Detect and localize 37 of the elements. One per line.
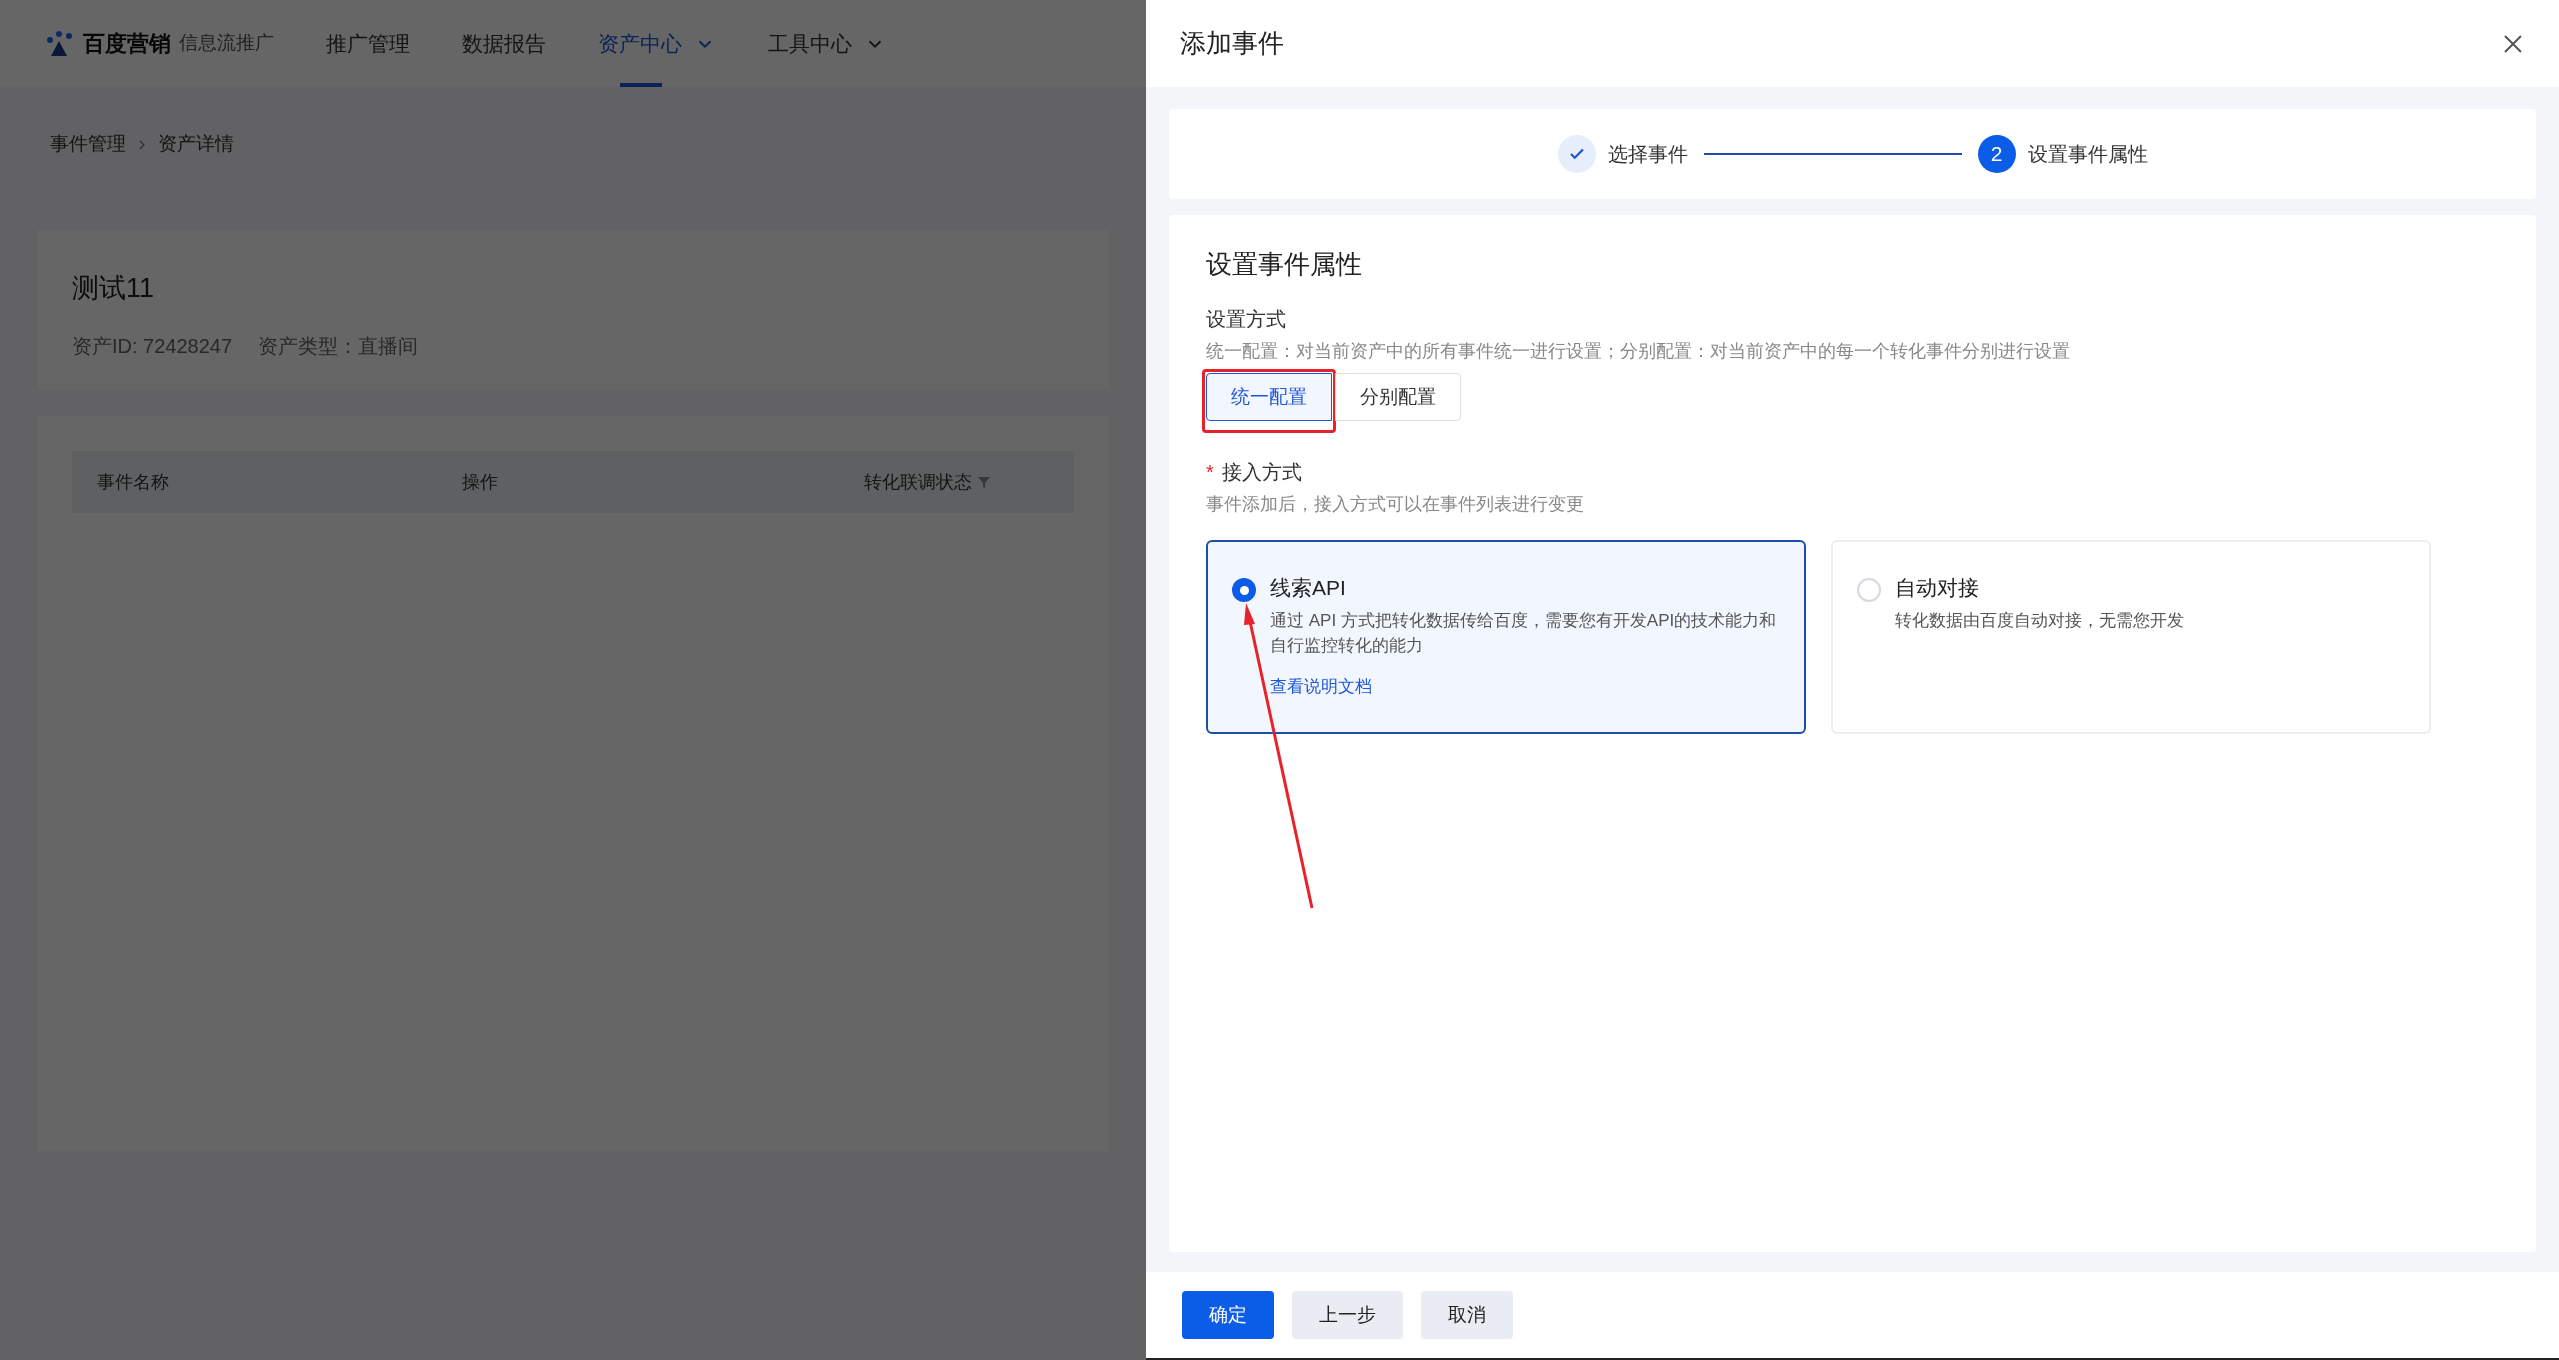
- option-description: 通过 API 方式把转化数据传给百度，需要您有开发API的技术能力和自行监控转化的能力: [1270, 609, 1778, 657]
- column-header: 事件名称: [97, 470, 169, 494]
- nav-tab[interactable]: 数据报告: [462, 0, 546, 87]
- logo-icon: [45, 28, 75, 59]
- segment-button[interactable]: 分别配置: [1335, 373, 1461, 421]
- option-card[interactable]: 线索API 通过 API 方式把转化数据传给百度，需要您有开发API的技术能力和自行监控转化的能力 查看说明文档: [1206, 540, 1806, 734]
- nav-tab[interactable]: 推广管理: [326, 0, 410, 87]
- option-title: 线索API: [1270, 575, 1347, 601]
- field-label: 接入方式: [1221, 460, 1302, 485]
- nav-tab[interactable]: 工具中心: [768, 0, 886, 87]
- product-name: 信息流推广: [179, 31, 274, 56]
- field-label: 设置方式: [1206, 307, 1287, 332]
- field-hint: 统一配置：对当前资产中的所有事件统一进行设置；分别配置：对当前资产中的每一个转化事件分别进行设置: [1206, 340, 2071, 363]
- option-title: 自动对接: [1895, 575, 1980, 601]
- doc-link[interactable]: 查看说明文档: [1270, 673, 1372, 699]
- breadcrumb-item: 资产详情: [158, 132, 234, 157]
- footer-button[interactable]: 确定: [1182, 1291, 1274, 1339]
- radio-button[interactable]: [1232, 578, 1256, 602]
- option-description: 转化数据由百度自动对接，无需您开发: [1895, 609, 2185, 632]
- drawer-title: 添加事件: [1180, 27, 1284, 60]
- step-label: 选择事件: [1607, 142, 1688, 167]
- segment-button[interactable]: 统一配置: [1206, 373, 1332, 421]
- field-hint: 事件添加后，接入方式可以在事件列表进行变更: [1206, 493, 1585, 516]
- asset-title: 测试11: [72, 272, 156, 305]
- breadcrumb-item[interactable]: 事件管理: [50, 130, 126, 159]
- section-title: 设置事件属性: [1206, 248, 1363, 281]
- asset-type: 资产类型：直播间: [258, 333, 419, 359]
- step-number: 2: [1977, 135, 2016, 173]
- required-mark: *: [1206, 460, 1214, 485]
- asset-id: 资产ID: 72428247: [72, 333, 233, 359]
- option-card[interactable]: 自动对接 转化数据由百度自动对接，无需您开发: [1831, 540, 2431, 734]
- logo-text: 百度营销: [83, 30, 171, 58]
- footer-button[interactable]: 上一步: [1292, 1291, 1403, 1339]
- column-header: 操作: [462, 470, 498, 494]
- column-header: 转化联调状态: [864, 470, 972, 494]
- footer-button[interactable]: 取消: [1421, 1291, 1513, 1339]
- step-label: 设置事件属性: [2027, 142, 2148, 167]
